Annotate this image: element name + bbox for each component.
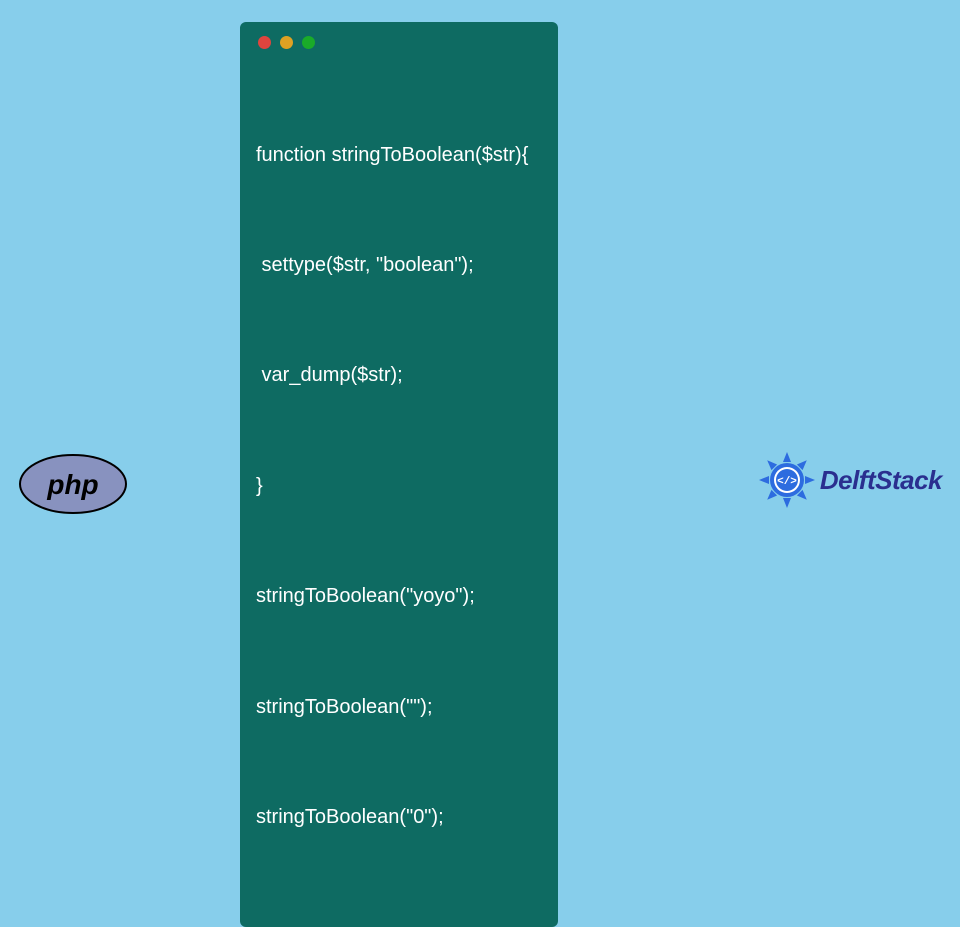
maximize-icon: [302, 36, 315, 49]
code-line: var_dump($str);: [256, 357, 542, 394]
code-body: function stringToBoolean($str){ settype(…: [240, 57, 558, 913]
code-window: function stringToBoolean($str){ settype(…: [240, 22, 558, 927]
php-logo: php: [18, 453, 128, 520]
code-line: stringToBoolean("0");: [256, 799, 542, 836]
code-line: stringToBoolean("yoyo");: [256, 578, 542, 615]
delftstack-text: DelftStack: [820, 465, 942, 496]
delftstack-logo: </> DelftStack: [757, 450, 942, 510]
svg-text:</>: </>: [777, 476, 797, 488]
window-titlebar: [240, 22, 558, 57]
php-logo-text: php: [46, 469, 98, 500]
minimize-icon: [280, 36, 293, 49]
delftstack-badge-icon: </>: [757, 450, 817, 510]
php-logo-icon: php: [18, 453, 128, 515]
code-line: }: [256, 468, 542, 505]
code-line: settype($str, "boolean");: [256, 247, 542, 284]
close-icon: [258, 36, 271, 49]
code-line: function stringToBoolean($str){: [256, 137, 542, 174]
code-line: stringToBoolean("");: [256, 689, 542, 726]
